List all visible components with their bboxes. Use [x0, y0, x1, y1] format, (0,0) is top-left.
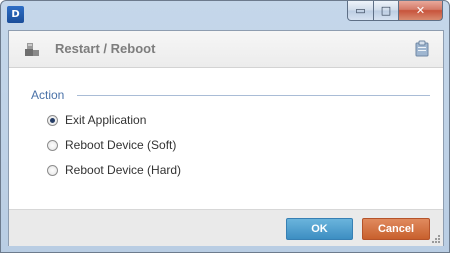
option-reboot-hard[interactable]: Reboot Device (Hard) — [47, 163, 181, 177]
option-reboot-soft[interactable]: Reboot Device (Soft) — [47, 138, 176, 152]
ok-button[interactable]: OK — [286, 218, 353, 240]
option-label: Exit Application — [65, 113, 147, 127]
cancel-button[interactable]: Cancel — [362, 218, 430, 240]
window-controls: ▭ □ ✕ — [347, 1, 443, 21]
action-group-label: Action — [31, 88, 65, 102]
option-label: Reboot Device (Hard) — [65, 163, 182, 177]
resize-grip-icon[interactable] — [431, 234, 441, 244]
clipboard-icon[interactable] — [415, 40, 429, 57]
option-exit-application[interactable]: Exit Application — [47, 113, 146, 127]
dialog-footer: OK Cancel — [9, 209, 443, 246]
dialog-window: D ▭ □ ✕ Restart / Reboot Action Exit App… — [0, 0, 450, 253]
radio-reboot-hard[interactable] — [47, 164, 58, 176]
restart-device-icon — [25, 43, 39, 56]
app-logo-icon: D — [7, 6, 24, 23]
title-bar[interactable]: D ▭ □ ✕ — [1, 1, 449, 29]
dialog-header: Restart / Reboot — [9, 31, 443, 68]
page-title: Restart / Reboot — [55, 41, 156, 56]
radio-reboot-soft[interactable] — [47, 139, 58, 151]
radio-exit-application[interactable] — [47, 114, 58, 126]
group-divider — [77, 95, 430, 96]
option-label: Reboot Device (Soft) — [65, 138, 177, 152]
maximize-button[interactable]: □ — [374, 1, 399, 21]
close-button[interactable]: ✕ — [399, 1, 443, 21]
minimize-button[interactable]: ▭ — [347, 1, 374, 21]
dialog-content: Restart / Reboot Action Exit Application… — [8, 30, 444, 246]
